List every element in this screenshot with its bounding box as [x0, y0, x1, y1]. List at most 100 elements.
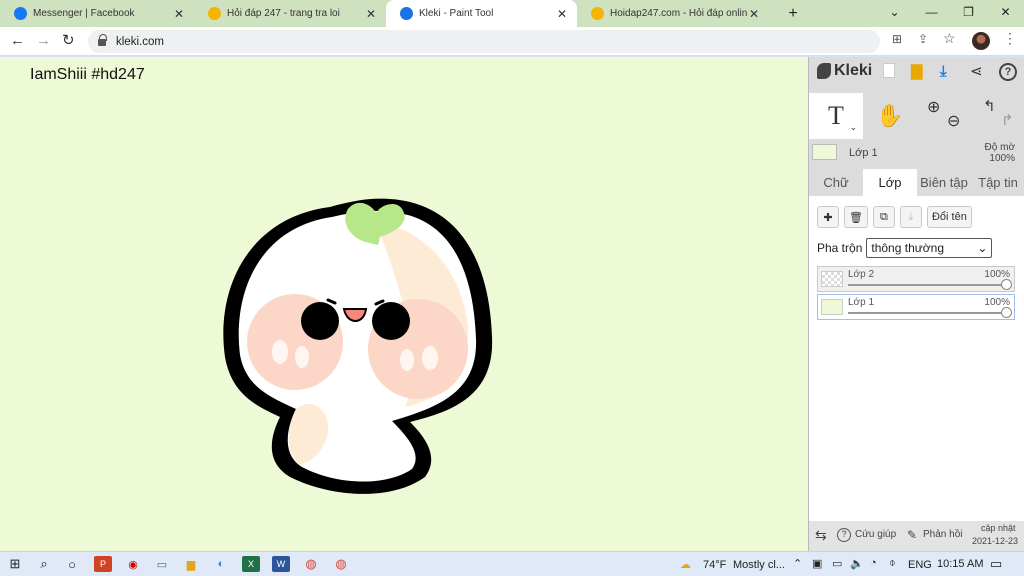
rename-layer-button[interactable]: Đổi tên — [926, 206, 972, 228]
computer-icon[interactable]: ▭ — [153, 556, 171, 572]
clock-time[interactable]: 10:15 AM — [937, 558, 983, 570]
help-icon: ? — [837, 528, 851, 542]
text-tool[interactable]: T ⌄ — [809, 93, 863, 139]
chevron-up-icon[interactable]: ⌃ — [793, 557, 802, 570]
window-controls: ⌄ — ❐ ✕ — [876, 0, 1024, 27]
windows-taskbar: ⊞ ⌕ ○ P ◉ ▭ ▆ ◐ X W ◍ ◍ ☁ 74°F Mostly cl… — [0, 551, 1024, 576]
browser-tab[interactable]: Kleki - Paint Tool ✕ — [386, 0, 577, 27]
sidebar-tab[interactable]: Lớp — [863, 169, 917, 196]
profile-avatar[interactable] — [972, 32, 990, 50]
undo-redo-tool[interactable]: ↰ ↱ — [971, 93, 1024, 139]
download-icon[interactable]: ⤓ — [940, 63, 947, 81]
recorder-icon[interactable]: ◉ — [124, 556, 142, 572]
cortana-icon[interactable]: ○ — [63, 556, 81, 572]
sidebar-tab[interactable]: Tập tin — [971, 169, 1024, 196]
tab-title: Hoidap247.com - Hỏi đáp online — [610, 8, 747, 19]
opacity-slider-handle[interactable] — [1001, 307, 1012, 318]
zoom-tool[interactable]: ⊕ ⊖ — [917, 93, 971, 139]
close-tab-icon[interactable]: ✕ — [555, 7, 569, 21]
share-icon[interactable]: ⋖ — [970, 63, 983, 81]
layer-name: Lớp 2 — [848, 269, 875, 280]
chrome-icon[interactable]: ◍ — [302, 556, 320, 572]
opacity-slider-track[interactable] — [848, 312, 1006, 314]
kleki-logo: Kleki — [817, 62, 872, 80]
word-icon[interactable]: W — [272, 556, 290, 572]
drawing-artwork — [223, 198, 493, 494]
bookmark-star-icon[interactable]: ☆ — [943, 30, 956, 47]
undo-icon[interactable]: ↰ — [983, 97, 996, 115]
close-tab-icon[interactable]: ✕ — [172, 7, 186, 21]
tray-app-icon[interactable]: ▣ — [812, 557, 822, 570]
facebook-icon — [14, 7, 27, 20]
edge-icon[interactable]: ◐ — [212, 556, 230, 572]
sidebar-footer: ⇆ ? Cứu giúp ✎ Phản hồi cập nhật 2021-12… — [809, 521, 1024, 551]
forward-button[interactable]: → — [36, 33, 51, 49]
drawing-canvas[interactable]: IamShiii #hd247 — [0, 57, 808, 551]
merge-down-button[interactable]: ⤓ — [899, 206, 922, 228]
opacity-slider-handle[interactable] — [1001, 279, 1012, 290]
notification-icon[interactable]: ▭ — [990, 556, 1002, 572]
opacity-value: 100% — [989, 153, 1015, 164]
open-folder-icon[interactable]: ▇ — [911, 63, 923, 81]
hoidap-icon — [591, 7, 604, 20]
excel-icon[interactable]: X — [242, 556, 260, 572]
back-button[interactable]: ← — [10, 33, 25, 49]
weather-text[interactable]: Mostly cl... — [733, 559, 785, 571]
mic-icon[interactable]: ⌽ — [889, 557, 896, 570]
url-text: kleki.com — [116, 35, 164, 48]
feedback-link[interactable]: Phản hồi — [923, 529, 962, 540]
kleki-sidebar: Kleki ▇ ⤓ ⋖ ? T ⌄ ✋ ⊕ ⊖ ↰ ↱ Lớp 1 Độ mờ 100… — [808, 57, 1024, 551]
current-layer-name: Lớp 1 — [849, 147, 878, 159]
opacity-slider-track[interactable] — [848, 284, 1006, 286]
hand-tool[interactable]: ✋ — [863, 93, 917, 139]
zoom-out-icon[interactable]: ⊖ — [947, 111, 960, 131]
duplicate-layer-button[interactable]: ⧉ — [872, 206, 895, 228]
file-explorer-icon[interactable]: ▆ — [182, 556, 200, 572]
powerpoint-icon[interactable]: P — [94, 556, 112, 572]
minimize-button[interactable]: — — [913, 0, 950, 27]
weather-temp[interactable]: 74°F — [703, 559, 726, 571]
restore-button[interactable]: ❐ — [950, 0, 987, 27]
close-window-button[interactable]: ✕ — [987, 0, 1024, 27]
reload-button[interactable]: ↻ — [62, 33, 75, 49]
wifi-icon[interactable]: ◔ — [870, 557, 877, 569]
new-tab-button[interactable]: + — [781, 5, 805, 23]
sidebar-tab[interactable]: Biên tập — [917, 169, 971, 196]
sidebar-tab[interactable]: Chữ — [809, 169, 863, 196]
tab-title: Kleki - Paint Tool — [419, 8, 494, 19]
speaker-icon[interactable]: 🔈 — [850, 557, 864, 570]
swap-side-icon[interactable]: ⇆ — [815, 527, 827, 544]
browser-tab-bar: Messenger | Facebook ✕ Hỏi đáp 247 - trang… — [0, 0, 1024, 27]
delete-layer-button[interactable]: 🗑 — [844, 206, 868, 228]
chevron-down-icon: ⌄ — [977, 241, 988, 255]
url-field[interactable]: kleki.com — [88, 30, 880, 53]
windows-start-icon[interactable]: ⊞ — [6, 556, 24, 572]
browser-tab[interactable]: Messenger | Facebook ✕ — [0, 0, 194, 27]
browser-tab[interactable]: Hoidap247.com - Hỏi đáp online ✕ — [577, 0, 769, 27]
chrome-icon[interactable]: ◍ — [332, 556, 350, 572]
current-layer-row: Lớp 1 Độ mờ 100% — [809, 141, 1024, 167]
share-icon[interactable]: ⇪ — [918, 32, 928, 46]
layer-item[interactable]: Lớp 2 100% — [817, 266, 1015, 292]
search-icon[interactable]: ⌕ — [35, 556, 53, 572]
close-tab-icon[interactable]: ✕ — [364, 7, 378, 21]
help-link[interactable]: Cứu giúp — [855, 529, 896, 540]
redo-icon[interactable]: ↱ — [1001, 111, 1014, 129]
kleki-icon — [400, 7, 413, 20]
layer-thumbnail — [812, 144, 837, 160]
close-tab-icon[interactable]: ✕ — [747, 7, 761, 21]
layer-item[interactable]: Lớp 1 100% — [817, 294, 1015, 320]
language-indicator[interactable]: ENG — [908, 559, 932, 571]
blend-label: Pha trộn — [817, 241, 863, 255]
tab-search-icon[interactable]: ⌄ — [876, 0, 913, 27]
help-icon[interactable]: ? — [999, 63, 1017, 81]
browser-tab[interactable]: Hỏi đáp 247 - trang tra loi ✕ — [194, 0, 386, 27]
translate-icon[interactable]: ⊞ — [892, 32, 902, 46]
add-layer-button[interactable]: ✚ — [817, 206, 839, 228]
zoom-in-icon[interactable]: ⊕ — [927, 97, 940, 117]
battery-icon: ▭ — [832, 558, 843, 570]
menu-kebab-icon[interactable]: ⋮ — [1003, 30, 1017, 47]
blend-mode-select[interactable]: thông thường ⌄ — [866, 238, 993, 258]
weather-icon: ☁ — [680, 559, 691, 571]
new-image-icon[interactable] — [883, 63, 895, 78]
